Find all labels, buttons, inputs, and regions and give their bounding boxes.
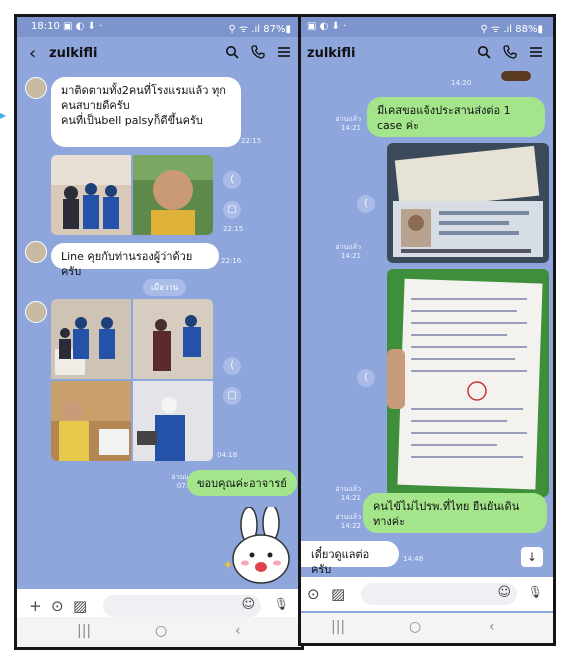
left-phone-screen: 18:10 ▣ ◐ ⬇ · ⚲ ᯤ .ıl 87%▮ ‹ zulkifli มา… [14,14,304,650]
photo-image [51,155,213,235]
image-icon[interactable]: ▨ [331,585,345,603]
message-bubble-outgoing[interactable]: ขอบคุณค่ะอาจารย์ [187,470,297,496]
passport-photo[interactable] [387,143,549,263]
image-icon[interactable]: ▨ [73,597,87,615]
message-bubble-incoming[interactable]: Line คุยกับท่านรองผู้ว่าด้วยครับ [51,243,219,278]
message-bubble-incoming[interactable]: มาติดตามทั้ง2คนที่โรงแรมแล้ว ทุกคนสบายดี… [51,77,241,147]
read-receipt: อ่านแล้ว [335,243,361,251]
photo-collage[interactable] [51,155,213,235]
message-input-field[interactable] [361,583,517,605]
svg-text:✦: ✦ [223,558,233,572]
share-icon[interactable]: ⟨ [357,195,375,213]
camera-icon[interactable]: ⊙ [51,597,64,615]
cony-sticker-image: ✦ [223,504,290,584]
date-separator: เมื่อวาน [143,279,187,296]
status-time: 18:10 ▣ ◐ ⬇ · [31,21,103,32]
document-photo[interactable] [387,269,549,497]
back-button[interactable]: ‹ [235,623,241,639]
menu-icon[interactable] [529,45,543,59]
read-receipt: อ่านแล้ว [335,513,361,521]
share-icon[interactable]: ⟨ [223,171,241,189]
message-time: 14:21 [340,252,361,260]
avatar[interactable] [25,77,47,99]
phone-call-icon[interactable] [503,45,517,59]
message-meta: อ่านแล้ว 14:21 [321,115,361,133]
message-bubble-incoming[interactable]: เดี๋ยวดูแลต่อครับ [301,541,399,576]
plus-icon[interactable]: + [29,597,42,615]
home-button[interactable]: ○ [409,619,421,635]
message-time: 14:20 [451,79,472,87]
camera-icon[interactable]: ⊙ [307,585,320,603]
partial-sticker [501,71,531,81]
message-time: 22:16 [221,257,242,265]
share-icon[interactable]: ⟨ [357,369,375,387]
message-time: 22:15 [223,225,244,233]
photo-image [387,143,549,263]
message-bubble-outgoing[interactable]: คนไข้ไม่ไปรพ.ที่ไทย ยืนยันเดินทางค่ะ [363,493,547,533]
back-button[interactable]: ‹ [489,619,495,635]
message-input-field[interactable] [103,595,261,617]
chat-title: zulkifli [307,46,356,61]
message-meta: อ่านแล้ว 14:22 [321,513,361,531]
search-icon[interactable] [477,45,491,59]
android-nav-bar: ||| ○ ‹ [17,617,301,647]
home-button[interactable]: ○ [155,623,167,639]
microphone-icon[interactable]: 🎙 [274,597,289,611]
android-nav-bar: ||| ○ ‹ [301,613,553,643]
recent-apps-button[interactable]: ||| [331,619,345,635]
photo-image [51,299,213,461]
chat-header: zulkifli [301,37,553,71]
message-meta: อ่านแล้ว 14:21 [321,485,361,503]
message-input-bar: ⊙ ▨ ☺ 🎙 [301,577,553,611]
message-time: 14:21 [340,494,361,502]
message-time: 14:21 [340,124,361,132]
scroll-down-button[interactable]: ↓ [521,547,543,567]
message-bubble-outgoing[interactable]: มีเคสขอแจ้งประสานส่งต่อ 1 case ค่ะ [367,97,545,137]
right-phone-screen: ▣ ◐ ⬇ · ⚲ ᯤ .ıl 88%▮ zulkifli 14:20 อ่าน… [298,14,556,646]
message-time: 22:15 [241,137,262,145]
microphone-icon[interactable]: 🎙 [528,585,543,599]
chat-title: zulkifli [49,46,98,61]
photo-collage[interactable] [51,299,213,461]
avatar[interactable] [25,301,47,323]
message-time: 04:18 [217,451,238,459]
photo-image [387,269,549,497]
read-receipt: อ่านแล้ว [335,485,361,493]
status-bar: 18:10 ▣ ◐ ⬇ · ⚲ ᯤ .ıl 87%▮ [17,17,301,37]
status-icons: ⚲ ᯤ .ıl 87%▮ [228,24,291,35]
phone-call-icon[interactable] [251,45,265,59]
status-bar: ▣ ◐ ⬇ · ⚲ ᯤ .ıl 88%▮ [301,17,553,37]
status-icons: ⚲ ᯤ .ıl 88%▮ [480,24,543,35]
recent-apps-button[interactable]: ||| [77,623,91,639]
message-meta: อ่านแล้ว 14:21 [321,243,361,261]
status-time: ▣ ◐ ⬇ · [307,21,347,32]
menu-icon[interactable] [277,45,291,59]
decorative-arrow: ▸ [0,108,7,122]
back-arrow-icon[interactable]: ‹ [29,43,36,64]
search-icon[interactable] [225,45,239,59]
save-icon[interactable]: ▢ [223,201,241,219]
emoji-icon[interactable]: ☺ [241,597,255,612]
chat-header: ‹ zulkifli [17,37,301,71]
save-icon[interactable]: ▢ [223,387,241,405]
share-icon[interactable]: ⟨ [223,357,241,375]
bunny-sticker[interactable]: ✦ [221,504,301,589]
message-time: 14:48 [403,555,424,563]
avatar[interactable] [25,241,47,263]
emoji-icon[interactable]: ☺ [497,585,511,600]
message-time: 14:22 [340,522,361,530]
read-receipt: อ่านแล้ว [335,115,361,123]
